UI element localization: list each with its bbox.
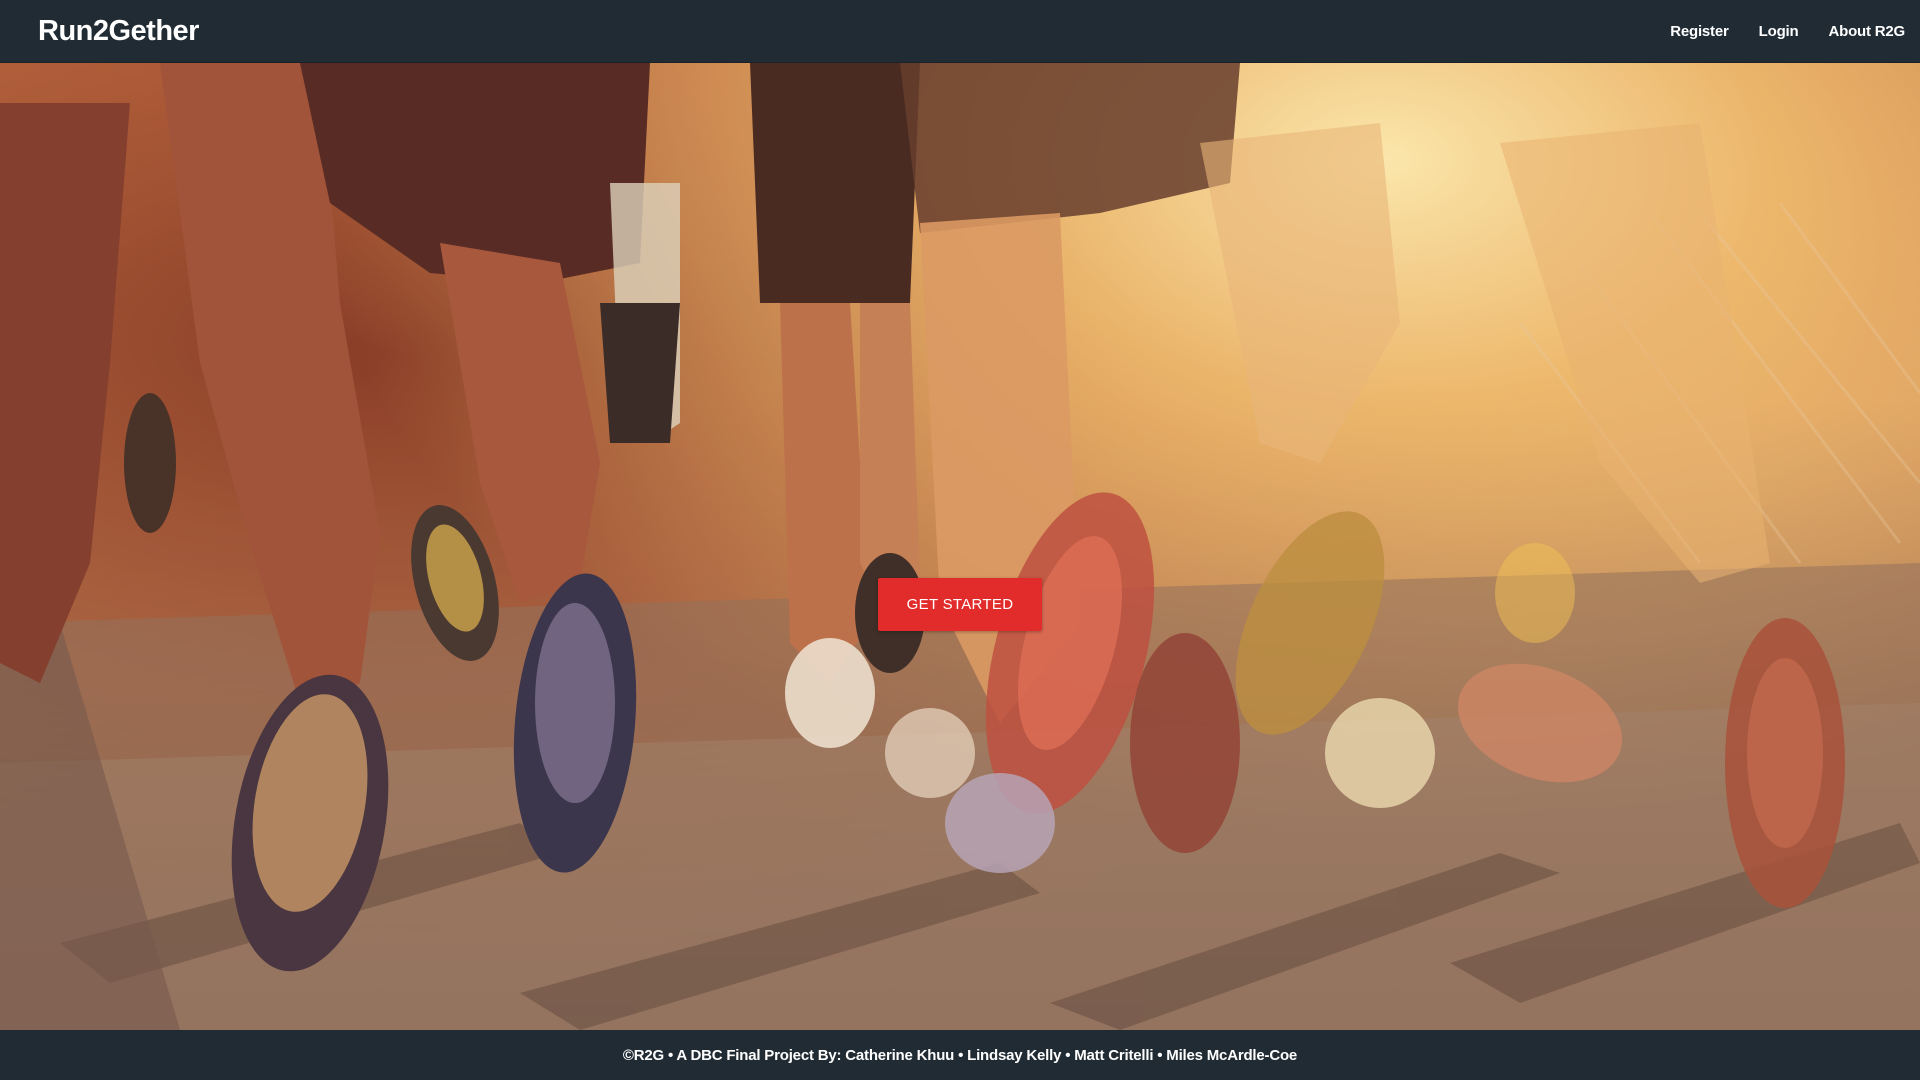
get-started-button[interactable]: GET STARTED <box>878 578 1042 631</box>
hero-background-image: GET STARTED <box>0 63 1920 1030</box>
nav-links: Register Login About R2G <box>1670 23 1905 40</box>
brand-logo-link[interactable]: Run2Gether <box>38 15 199 48</box>
top-navbar: Run2Gether Register Login About R2G <box>0 0 1920 63</box>
runners-illustration <box>0 63 1920 1030</box>
nav-login-link[interactable]: Login <box>1759 23 1799 40</box>
footer-credits: ©R2G • A DBC Final Project By: Catherine… <box>0 1030 1920 1080</box>
nav-register-link[interactable]: Register <box>1670 23 1729 40</box>
nav-about-link[interactable]: About R2G <box>1828 23 1905 40</box>
